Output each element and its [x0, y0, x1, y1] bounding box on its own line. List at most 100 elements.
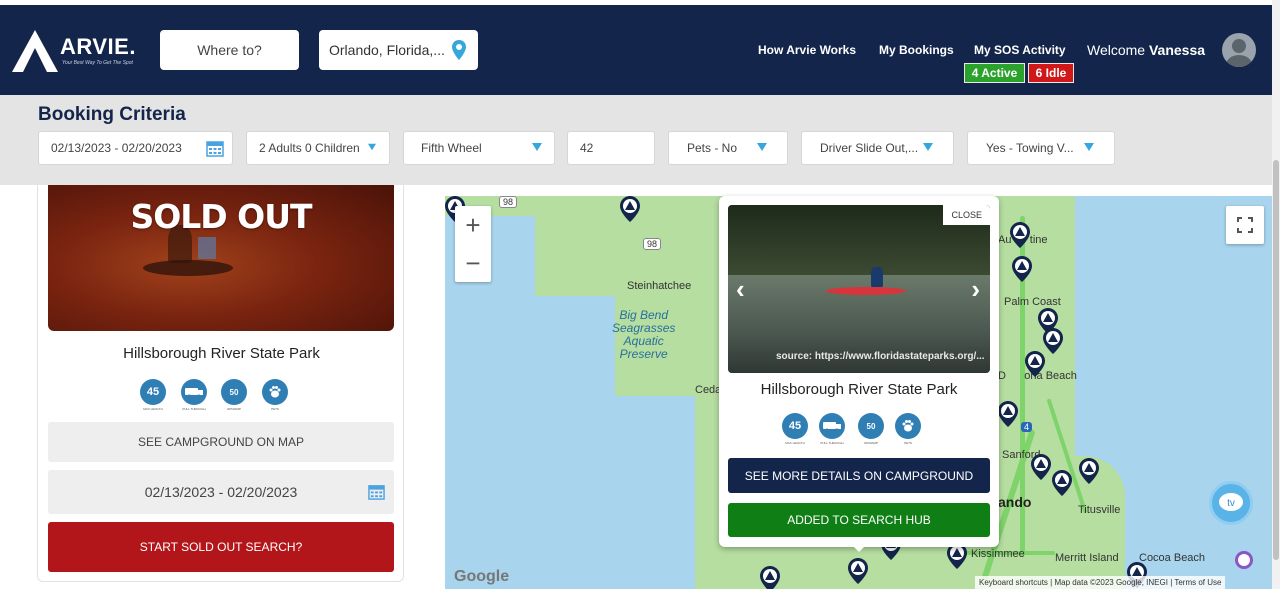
rv-length-input[interactable]: 42: [567, 131, 655, 165]
label-orlando: ando: [998, 494, 1032, 510]
campground-marker-icon[interactable]: [1012, 256, 1032, 282]
card-date-field[interactable]: 02/13/2023 - 02/20/2023: [48, 470, 394, 514]
popup-tail: [850, 543, 868, 552]
zoom-controls: + −: [455, 206, 491, 282]
campground-marker-icon[interactable]: [1043, 328, 1063, 354]
calendar-icon: [206, 141, 224, 157]
campground-marker-icon[interactable]: [620, 196, 640, 222]
svg-text:tv: tv: [1227, 498, 1235, 509]
chevron-left-icon[interactable]: ‹: [736, 274, 745, 305]
pets-icon: [895, 413, 921, 439]
campground-marker-icon[interactable]: [1052, 470, 1072, 496]
campground-popup: source: https://www.floridastateparks.or…: [719, 196, 999, 552]
date-range-value: 02/13/2023 - 02/20/2023: [51, 141, 182, 155]
route-98-shield: 98: [499, 196, 518, 208]
where-to-input[interactable]: Where to?: [160, 30, 299, 70]
welcome-prefix: Welcome: [1087, 42, 1146, 58]
amenity-label: PETS: [271, 407, 279, 411]
campground-marker-icon[interactable]: [998, 401, 1018, 427]
campground-marker-icon[interactable]: [848, 558, 868, 584]
label-steinhatchee: Steinhatchee: [627, 280, 692, 292]
route-4-shield: 4: [1021, 422, 1033, 432]
chevron-down-icon: [1084, 143, 1094, 151]
length-icon: 45: [782, 413, 808, 439]
avatar-body: [1226, 55, 1252, 67]
guests-dropdown[interactable]: 2 Adults 0 Children: [246, 131, 390, 165]
chat-button[interactable]: tv: [1209, 481, 1253, 525]
photo-source: source: https://www.floridastateparks.or…: [776, 351, 985, 362]
idle-badge[interactable]: 6 Idle: [1028, 63, 1074, 83]
amenity-label: 30/50AMP: [226, 407, 241, 411]
scrollbar-thumb[interactable]: [1273, 160, 1279, 560]
assistant-icon[interactable]: [1235, 551, 1253, 569]
see-more-details-button[interactable]: SEE MORE DETAILS ON CAMPGROUND: [728, 458, 990, 493]
map-pin-icon: [452, 40, 466, 60]
amenity-label: 30/50AMP: [863, 441, 878, 445]
date-range-field[interactable]: 02/13/2023 - 02/20/2023: [38, 131, 233, 165]
rv-length-value: 42: [580, 141, 594, 155]
campground-marker-icon[interactable]: [760, 566, 780, 589]
amenity-label: PETS: [904, 441, 912, 445]
photo-cooler: [198, 237, 216, 259]
location-value: Orlando, Florida,...: [329, 42, 445, 58]
amenity-power: 50 30/50AMP: [856, 413, 886, 445]
chevron-down-icon: [368, 143, 376, 151]
pets-value: Pets - No: [687, 141, 738, 155]
zoom-in-button[interactable]: +: [455, 206, 491, 244]
campground-marker-icon[interactable]: [1025, 351, 1045, 377]
amenity-label: PULL THROUGH: [182, 407, 206, 411]
sold-out-banner: SOLD OUT: [130, 197, 312, 236]
nav-my-bookings[interactable]: My Bookings: [879, 43, 954, 57]
power-icon: 50: [221, 379, 247, 405]
amenity-max-length: 45 MAX LENGTH: [780, 413, 810, 445]
arvie-logo-icon: [12, 30, 58, 72]
slide-out-value: Driver Slide Out,...: [820, 141, 919, 155]
fullscreen-icon: [1237, 217, 1253, 233]
close-button[interactable]: CLOSE: [943, 205, 990, 225]
rv-type-value: Fifth Wheel: [421, 141, 482, 155]
amenity-pets: PETS: [260, 379, 290, 411]
chevron-down-icon: [923, 143, 933, 151]
label-kissimmee: Kissimmee: [971, 548, 1025, 560]
avatar-head: [1232, 39, 1246, 53]
booking-criteria-title: Booking Criteria: [38, 104, 186, 125]
towing-dropdown[interactable]: Yes - Towing V...: [967, 131, 1115, 165]
amenity-label: PULL THROUGH: [820, 441, 844, 445]
booking-criteria-bar: Booking Criteria 02/13/2023 - 02/20/2023…: [0, 95, 1272, 185]
pull-through-icon: [181, 379, 207, 405]
rv-type-dropdown[interactable]: Fifth Wheel: [403, 131, 555, 165]
location-input[interactable]: Orlando, Florida,...: [319, 30, 478, 70]
photo-canoe: [143, 260, 233, 276]
amenity-pull-through: PULL THROUGH: [817, 413, 847, 445]
slide-out-dropdown[interactable]: Driver Slide Out,...: [801, 131, 954, 165]
amenity-max-length: 45 MAX LENGTH: [138, 379, 168, 411]
added-to-search-hub-button[interactable]: ADDED TO SEARCH HUB: [728, 503, 990, 537]
photo-paddler: [871, 267, 883, 287]
label-merritt-island: Merritt Island: [1055, 552, 1119, 564]
map-attribution[interactable]: Keyboard shortcuts | Map data ©2023 Goog…: [975, 576, 1226, 589]
amenity-power: 50 30/50AMP: [219, 379, 249, 411]
start-sold-out-search-button[interactable]: START SOLD OUT SEARCH?: [48, 522, 394, 572]
chevron-right-icon[interactable]: ›: [971, 274, 980, 305]
campground-marker-icon[interactable]: [1079, 458, 1099, 484]
campground-photo[interactable]: SOLD OUT: [48, 185, 394, 331]
fullscreen-button[interactable]: [1226, 206, 1264, 244]
amenity-label: MAX LENGTH: [785, 441, 805, 445]
avatar[interactable]: [1222, 33, 1256, 67]
nav-my-sos-activity[interactable]: My SOS Activity: [974, 43, 1066, 57]
pets-dropdown[interactable]: Pets - No: [668, 131, 788, 165]
popup-photo[interactable]: source: https://www.floridastateparks.or…: [728, 205, 990, 373]
amenity-pets: PETS: [893, 413, 923, 445]
see-campground-on-map-button[interactable]: SEE CAMPGROUND ON MAP: [48, 422, 394, 462]
google-logo: Google: [454, 568, 510, 585]
arvie-logo[interactable]: ARVIE. Your Best Way To Get The Spot: [12, 30, 142, 72]
campground-marker-icon[interactable]: [1031, 454, 1051, 480]
nav-how-arvie-works[interactable]: How Arvie Works: [758, 43, 856, 57]
label-titusville: Titusville: [1078, 504, 1121, 516]
chevron-down-icon: [757, 143, 767, 151]
towing-value: Yes - Towing V...: [986, 141, 1074, 155]
length-icon: 45: [140, 379, 166, 405]
campground-marker-icon[interactable]: [1010, 222, 1030, 248]
zoom-out-button[interactable]: −: [455, 244, 491, 282]
active-badge[interactable]: 4 Active: [964, 63, 1025, 83]
